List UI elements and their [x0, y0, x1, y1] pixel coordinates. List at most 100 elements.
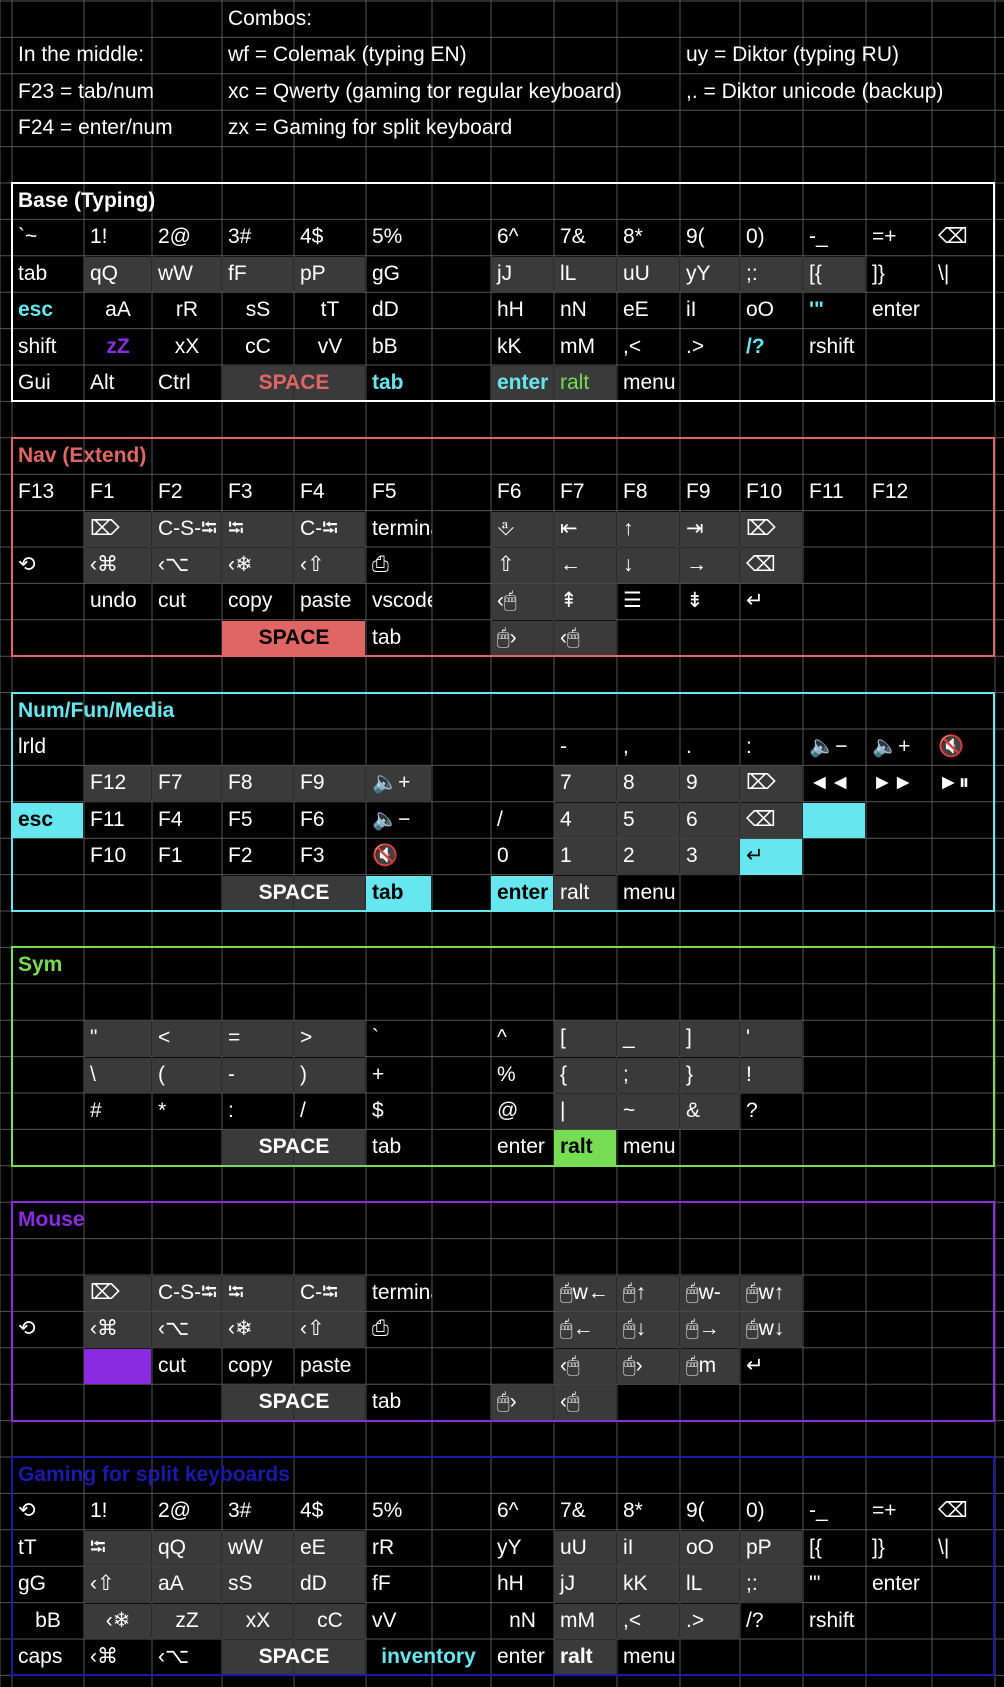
- sections.2.cells-key-label: 7: [560, 771, 572, 795]
- sections.0.cells-key-label: menu: [623, 371, 676, 394]
- sections.2.cells-key-label: 6: [686, 807, 698, 831]
- sections.4.cells-key-label: terminal: [372, 1281, 432, 1304]
- sections.2.cells-key-label: F4: [158, 807, 183, 831]
- sections.5.cells-key-label: ]}: [872, 1535, 885, 1559]
- sections.1.cells-key-label: undo: [90, 589, 137, 613]
- sections.2.cells-key-label: 5: [623, 807, 635, 831]
- sections.2.cells-key-label: F2: [228, 844, 253, 868]
- sections.2.cells-key-label: ,: [623, 735, 629, 758]
- sections.4.cells-key-label: 🖱›: [497, 1390, 517, 1414]
- sections.3.cells-key-label: ?: [746, 1099, 758, 1122]
- sections.2.cells-key-label: 🔈+: [872, 735, 911, 758]
- sections.5.cells-key-label: rshift: [809, 1608, 855, 1632]
- sections.5.cells-key-label: 4$: [300, 1499, 324, 1523]
- sections.2.cells-key-label: ⌦: [746, 771, 776, 795]
- sections.2.cells-key-label: ⌫: [746, 807, 776, 831]
- sections.4.cells-key-label: ‹⇧: [300, 1317, 325, 1341]
- sections.5.cells-key-label: caps: [18, 1645, 63, 1668]
- sections.5.cells-key-label: ,<: [623, 1608, 642, 1632]
- sections.1.cells-key-label: ⇧: [497, 553, 515, 576]
- section-sym-title: Sym: [18, 953, 63, 977]
- sections.0.cells-key-label: gG: [372, 261, 401, 285]
- keymap-sheet: Combos: In the middle: wf = Colemak (typin…: [0, 0, 1004, 1687]
- sections.2.cells-key-label: -: [560, 735, 567, 758]
- sections.3.cells-key-label: #: [90, 1099, 102, 1122]
- sections.3.cells-key-label: `: [372, 1026, 379, 1050]
- sections.1.cells-key-label: F3: [228, 480, 253, 504]
- sections.5.cells-key-label: enter: [872, 1572, 920, 1596]
- sections.4.cells-key-label: 🖱w↓: [746, 1317, 785, 1341]
- section-base-title: Base (Typing): [18, 189, 156, 212]
- sections.4.cells-key-label: 🖱→: [686, 1317, 720, 1341]
- sections.1.cells-key-label: tab: [372, 625, 402, 649]
- sections.1.cells-key-label: F5: [372, 480, 397, 504]
- sections.2.cells-key-label: ralt: [560, 880, 590, 904]
- sections.3.cells-key-label: ': [746, 1026, 751, 1050]
- sections.1.cells-key-label: ‹🖱: [497, 589, 517, 613]
- sections.0.cells-key-label: rR: [175, 298, 199, 322]
- sections.5.cells-key-label: yY: [497, 1535, 522, 1559]
- sections.1.cells-key-label: ⇤: [560, 516, 578, 540]
- sections.0.cells-key-label: /?: [746, 334, 765, 358]
- sections.5.cells-key-label: inventory: [381, 1645, 476, 1668]
- sections.0.cells-key-label: \|: [938, 261, 950, 285]
- sections.4.cells-key-label: ↵: [746, 1353, 764, 1377]
- sections.4.cells-key-label: 🖱↓: [623, 1317, 647, 1341]
- sections.1.cells-key-label: C-S-⭾: [158, 516, 217, 540]
- sections.2.cells-key-label: ►⏸: [938, 771, 970, 795]
- sections.1.cells-key-label: ⌦: [90, 516, 120, 540]
- sections.3.cells-key-label: menu: [623, 1135, 676, 1159]
- section-num-title: Num/Fun/Media: [18, 698, 175, 722]
- sections.2.cells-key-label: F12: [90, 771, 127, 795]
- sections.0.cells-key-label: enter: [497, 371, 549, 394]
- sections.1.cells-key-label: ⇥: [686, 516, 704, 540]
- sections.3.cells-key-label: \: [90, 1062, 96, 1086]
- sections.5.cells-key-label: bB: [35, 1608, 61, 1632]
- sections.4.cells-key-label: ‹⌘: [90, 1317, 118, 1341]
- sections.3.cells-key-label: {: [560, 1062, 568, 1086]
- sections.0.cells-key-label: 9(: [686, 225, 705, 249]
- sections.5.cells-key-label: ⌫: [938, 1499, 968, 1523]
- sections.4.cells-key-label: tab: [372, 1390, 402, 1414]
- sections.4.cells-key-label: ‹⌥: [158, 1317, 190, 1341]
- sections.5.cells-key-label: 6^: [497, 1499, 519, 1523]
- sections.5.cells-key-label: hH: [497, 1572, 524, 1596]
- sections.5.cells-key-label: 2@: [158, 1499, 191, 1523]
- sections.3.cells-key-label: +: [372, 1062, 385, 1086]
- sections.4.cells-key-label: ‹❄: [228, 1317, 253, 1341]
- sections.2.cells-key-label: lrld: [18, 735, 47, 758]
- sections.2.cells-key-label: /: [497, 807, 503, 831]
- sections.0.cells-key-label: yY: [686, 261, 711, 285]
- sections.5.cells-key-label: -_: [809, 1499, 828, 1523]
- sections.1.cells-key-label: 🖱›: [497, 625, 517, 649]
- sections.0.cells-key-label: 2@: [158, 225, 191, 249]
- sections.5.cells-key-label: \|: [938, 1535, 950, 1559]
- sections.1.cells-key-label: ‹⌘: [90, 553, 118, 576]
- sections.0.cells-key-label: 6^: [497, 225, 519, 249]
- section-gaming-title: Gaming for split keyboards: [18, 1463, 290, 1486]
- sections.5.cells-key-label: sS: [228, 1572, 253, 1596]
- sections.5.cells-key-label: 9(: [686, 1499, 705, 1523]
- sections.2.cells-key-label: 9: [686, 771, 698, 795]
- sections.1.cells-key-label: ‹❄: [228, 553, 253, 576]
- sections.5.cells-key-label: nN: [509, 1608, 536, 1632]
- sections.0.cells-key-label: esc: [18, 298, 54, 322]
- combo-text: F23 = tab/num: [18, 79, 154, 103]
- sections.5.cells-key-label: ⟲: [18, 1499, 36, 1523]
- combo-text: In the middle:: [18, 43, 145, 67]
- sections.2.cells-key-label: F3: [300, 844, 325, 868]
- sections.0.cells-key-label: 1!: [90, 225, 108, 249]
- sections.5.cells-key-label: ‹⌘: [90, 1645, 118, 1668]
- sections.3.cells-key-label: _: [623, 1026, 635, 1050]
- sections.2.cells-key-label: .: [686, 735, 692, 758]
- sections.5.cells-key-label: 7&: [560, 1499, 586, 1523]
- sections.3.cells-key-label: <: [158, 1026, 171, 1050]
- sections.0.cells-key-label: ralt: [560, 371, 590, 394]
- sections.1.cells-key-label: F2: [158, 480, 183, 504]
- sections.5.cells-key-label: /?: [746, 1608, 764, 1632]
- sections.5.cells-key-label: vV: [372, 1608, 397, 1632]
- sections.0.cells-key-label: 5%: [372, 225, 403, 249]
- sections.1.cells-key-label: ←: [560, 553, 581, 576]
- sections.0.cells-key-label: fF: [228, 261, 247, 285]
- sections.0.cells-key-label: lL: [560, 261, 577, 285]
